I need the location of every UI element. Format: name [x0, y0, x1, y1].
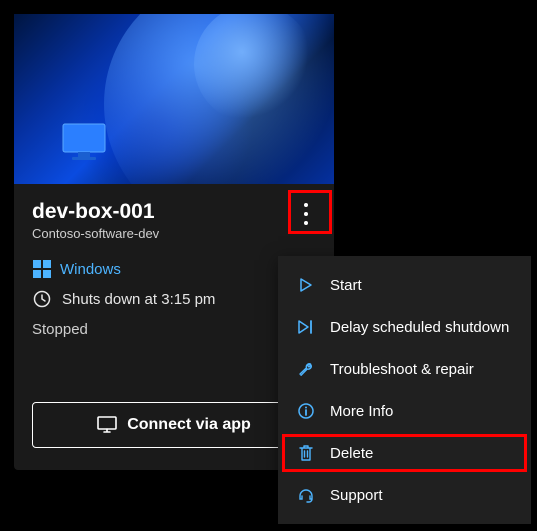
os-link[interactable]: Windows: [32, 259, 316, 279]
connect-button[interactable]: Connect via app: [32, 402, 316, 448]
menu-item-delay-shutdown[interactable]: Delay scheduled shutdown: [278, 306, 531, 348]
menu-item-start[interactable]: Start: [278, 264, 531, 306]
wrench-icon: [296, 359, 316, 379]
menu-item-label: Support: [330, 487, 383, 504]
schedule-text: Shuts down at 3:15 pm: [62, 291, 215, 308]
play-icon: [296, 275, 316, 295]
info-icon: [296, 401, 316, 421]
menu-item-label: Delay scheduled shutdown: [330, 319, 509, 336]
menu-item-label: Start: [330, 277, 362, 294]
windows-icon: [32, 259, 52, 279]
connect-label: Connect via app: [127, 416, 251, 434]
menu-item-label: More Info: [330, 403, 393, 420]
devbox-thumbnail: [14, 14, 334, 184]
headset-icon: [296, 485, 316, 505]
menu-item-label: Delete: [330, 445, 373, 462]
clock-icon: [32, 289, 52, 309]
menu-item-support[interactable]: Support: [278, 474, 531, 516]
schedule-row: Shuts down at 3:15 pm: [32, 289, 316, 309]
os-label: Windows: [60, 261, 121, 278]
devbox-project: Contoso-software-dev: [32, 226, 316, 241]
actions-menu: Start Delay scheduled shutdown Troublesh…: [278, 256, 531, 524]
more-actions-button[interactable]: [288, 196, 324, 232]
annotation-highlight: [282, 434, 527, 472]
menu-item-troubleshoot[interactable]: Troubleshoot & repair: [278, 348, 531, 390]
menu-item-label: Troubleshoot & repair: [330, 361, 474, 378]
play-bar-icon: [296, 317, 316, 337]
status-text: Stopped: [32, 321, 316, 338]
devbox-title: dev-box-001: [32, 200, 316, 224]
desktop-icon: [97, 415, 117, 435]
menu-item-more-info[interactable]: More Info: [278, 390, 531, 432]
menu-item-delete[interactable]: Delete: [278, 432, 531, 474]
monitor-icon: [62, 123, 106, 166]
trash-icon: [296, 443, 316, 463]
